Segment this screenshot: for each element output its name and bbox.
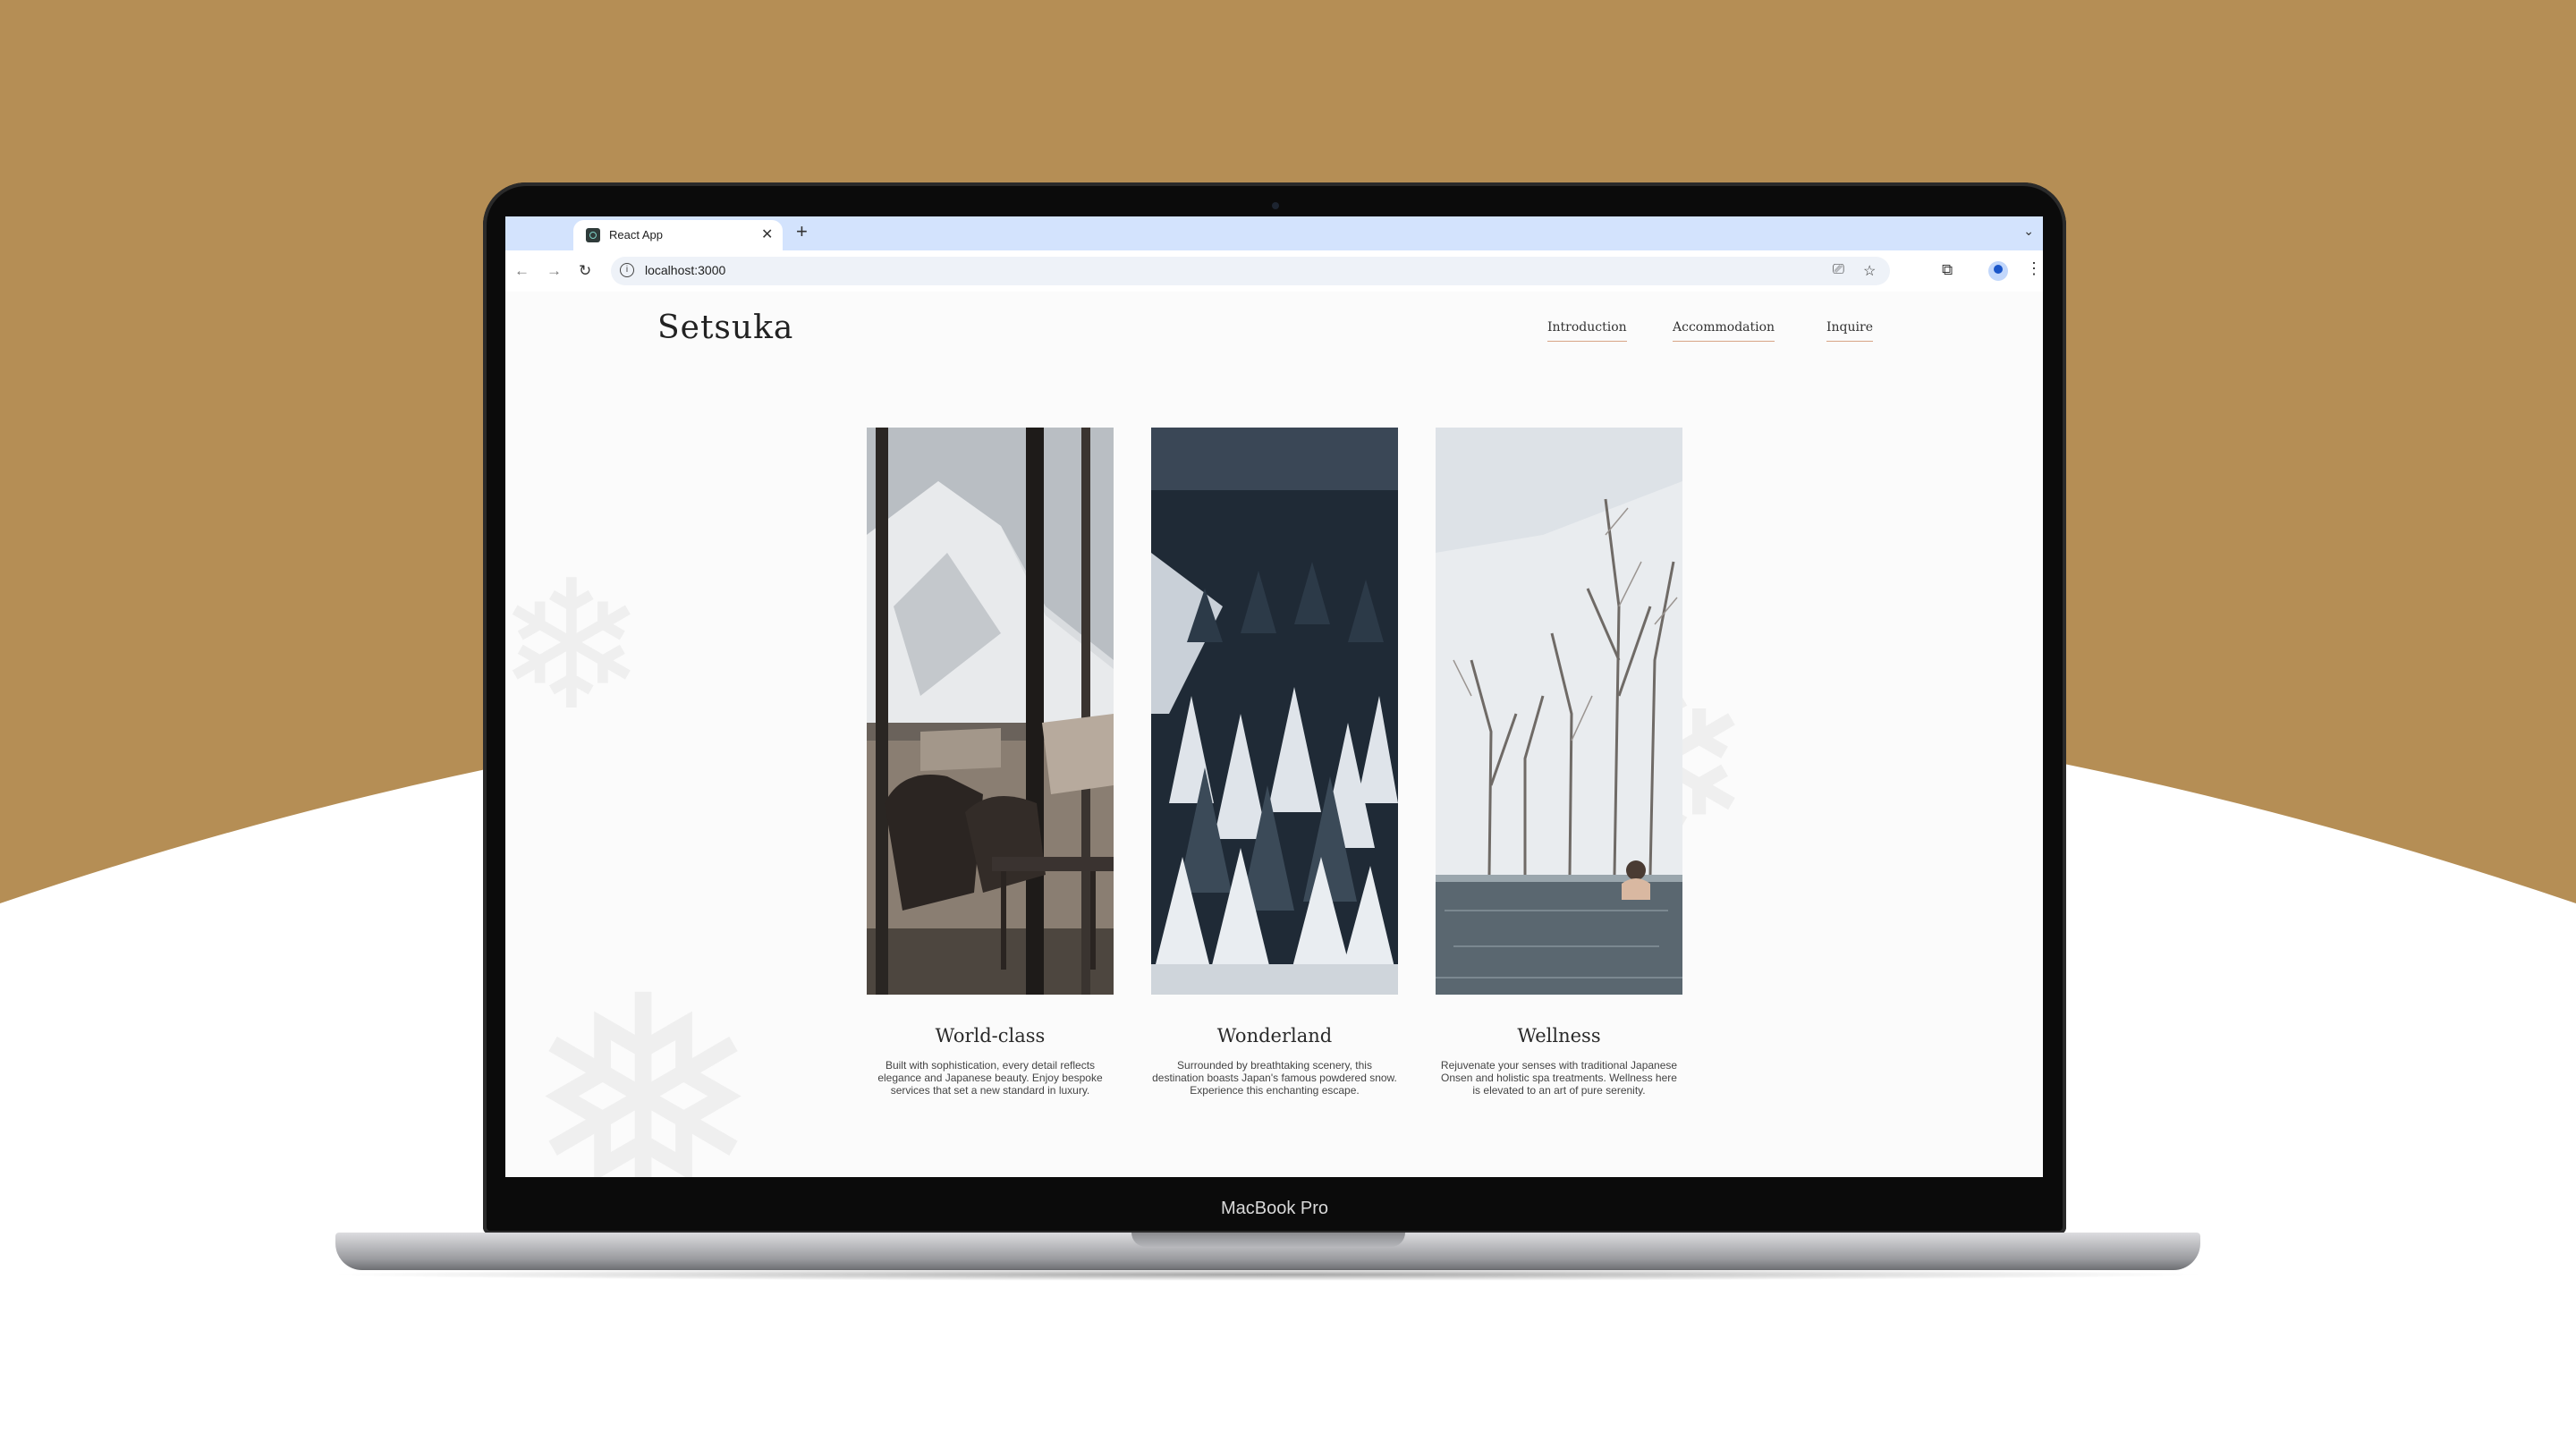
browser-tab[interactable]: React App ✕ (573, 220, 783, 250)
laptop-shadow (322, 1268, 2214, 1281)
nav-introduction[interactable]: Introduction (1547, 320, 1627, 342)
tab-title: React App (609, 228, 663, 242)
feature-card: Wonderland Surrounded by breathtaking sc… (1151, 428, 1398, 1097)
card-description: Surrounded by breathtaking scenery, this… (1152, 1059, 1397, 1097)
tab-search-chevron-icon[interactable]: ⌄ (2023, 224, 2034, 239)
forward-icon[interactable]: → (547, 262, 562, 280)
web-page: ❄ ❅ ❄ Setsuka Introduction Accommodation… (505, 292, 2043, 1177)
new-tab-button[interactable]: + (796, 220, 808, 243)
camera-icon (1272, 202, 1279, 209)
nav-accommodation[interactable]: Accommodation (1673, 320, 1775, 342)
cast-icon[interactable]: ⎚ (1833, 262, 1844, 278)
snowflake-decoration-icon: ❅ (523, 936, 764, 1177)
card-description: Rejuvenate your senses with traditional … (1440, 1059, 1678, 1097)
browser-tab-strip: React App ✕ + ⌄ (505, 216, 2043, 250)
card-image-forest (1151, 428, 1398, 995)
menu-icon[interactable]: ⋮ (2026, 259, 2042, 278)
feature-card: World-class Built with sophistication, e… (867, 428, 1114, 1097)
react-favicon-icon (586, 228, 600, 242)
back-icon[interactable]: ← (514, 262, 530, 280)
address-bar[interactable]: i localhost:3000 ⎚ ☆ (611, 257, 1890, 285)
card-image-onsen (1436, 428, 1682, 995)
nav-inquire[interactable]: Inquire (1826, 320, 1873, 342)
device-label: MacBook Pro (1220, 1199, 1329, 1218)
tab-close-icon[interactable]: ✕ (761, 225, 773, 243)
card-title: World-class (935, 1025, 1046, 1046)
feature-card: Wellness Rejuvenate your senses with tra… (1436, 428, 1682, 1097)
url-text[interactable]: localhost:3000 (645, 263, 725, 277)
card-title: Wellness (1517, 1025, 1601, 1046)
extensions-icon[interactable]: ⧉ (1942, 261, 1953, 279)
snowflake-decoration-icon: ❄ (505, 542, 647, 750)
card-title: Wonderland (1216, 1025, 1333, 1046)
browser-toolbar: ← → ↻ i localhost:3000 ⎚ ☆ ⧉ ⋮ (505, 250, 2043, 292)
site-logo[interactable]: Setsuka (657, 309, 793, 346)
bookmark-star-icon[interactable]: ☆ (1863, 262, 1876, 280)
laptop-screen: React App ✕ + ⌄ ← → ↻ i localhost:3000 ⎚… (505, 216, 2043, 1177)
laptop-base-notch (1131, 1233, 1405, 1247)
card-description: Built with sophistication, every detail … (877, 1059, 1103, 1097)
profile-icon[interactable] (1988, 261, 2008, 281)
reload-icon[interactable]: ↻ (579, 262, 591, 280)
site-info-icon[interactable]: i (620, 263, 634, 277)
card-image-lounge (867, 428, 1114, 995)
